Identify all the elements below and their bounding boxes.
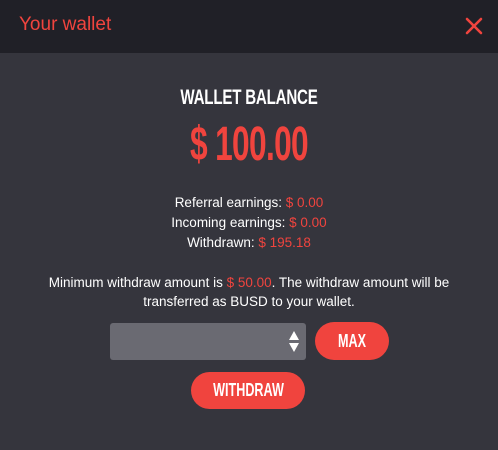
withdrawn-label: Withdrawn: <box>187 235 255 250</box>
chevron-up-icon <box>289 331 299 340</box>
earnings-stats: Referral earnings: $ 0.00 Incoming earni… <box>0 193 498 253</box>
referral-earnings-value: $ 0.00 <box>285 195 324 210</box>
modal-header: Your wallet <box>0 0 498 53</box>
decrement-button[interactable] <box>289 343 299 352</box>
increment-button[interactable] <box>289 331 299 340</box>
withdraw-info-prefix: Minimum withdraw amount is <box>48 275 223 290</box>
minimum-withdraw-amount: $ 50.00 <box>226 275 272 290</box>
incoming-earnings-value: $ 0.00 <box>289 215 327 230</box>
withdraw-amount-stepper <box>110 323 306 360</box>
incoming-earnings-row: Incoming earnings: $ 0.00 <box>0 213 498 233</box>
wallet-balance-value: $ 100.00 <box>189 118 309 171</box>
max-button[interactable]: MAX <box>315 322 389 360</box>
withdraw-button-label: WITHDRAW <box>212 380 284 400</box>
withdrawn-value: $ 195.18 <box>258 235 311 250</box>
close-icon <box>465 17 483 35</box>
withdrawn-row: Withdrawn: $ 195.18 <box>0 233 498 253</box>
incoming-earnings-label: Incoming earnings: <box>171 215 286 230</box>
withdraw-button[interactable]: WITHDRAW <box>191 372 305 409</box>
chevron-down-icon <box>289 343 299 352</box>
referral-earnings-label: Referral earnings: <box>174 195 282 210</box>
wallet-balance-label: WALLET BALANCE <box>180 86 318 109</box>
referral-earnings-row: Referral earnings: $ 0.00 <box>0 193 498 213</box>
close-button[interactable] <box>462 14 486 38</box>
withdraw-info-text: Minimum withdraw amount is $ 50.00. The … <box>30 273 468 311</box>
modal-title: Your wallet <box>19 14 112 35</box>
withdraw-amount-input[interactable] <box>110 323 280 360</box>
max-button-label: MAX <box>338 330 366 351</box>
